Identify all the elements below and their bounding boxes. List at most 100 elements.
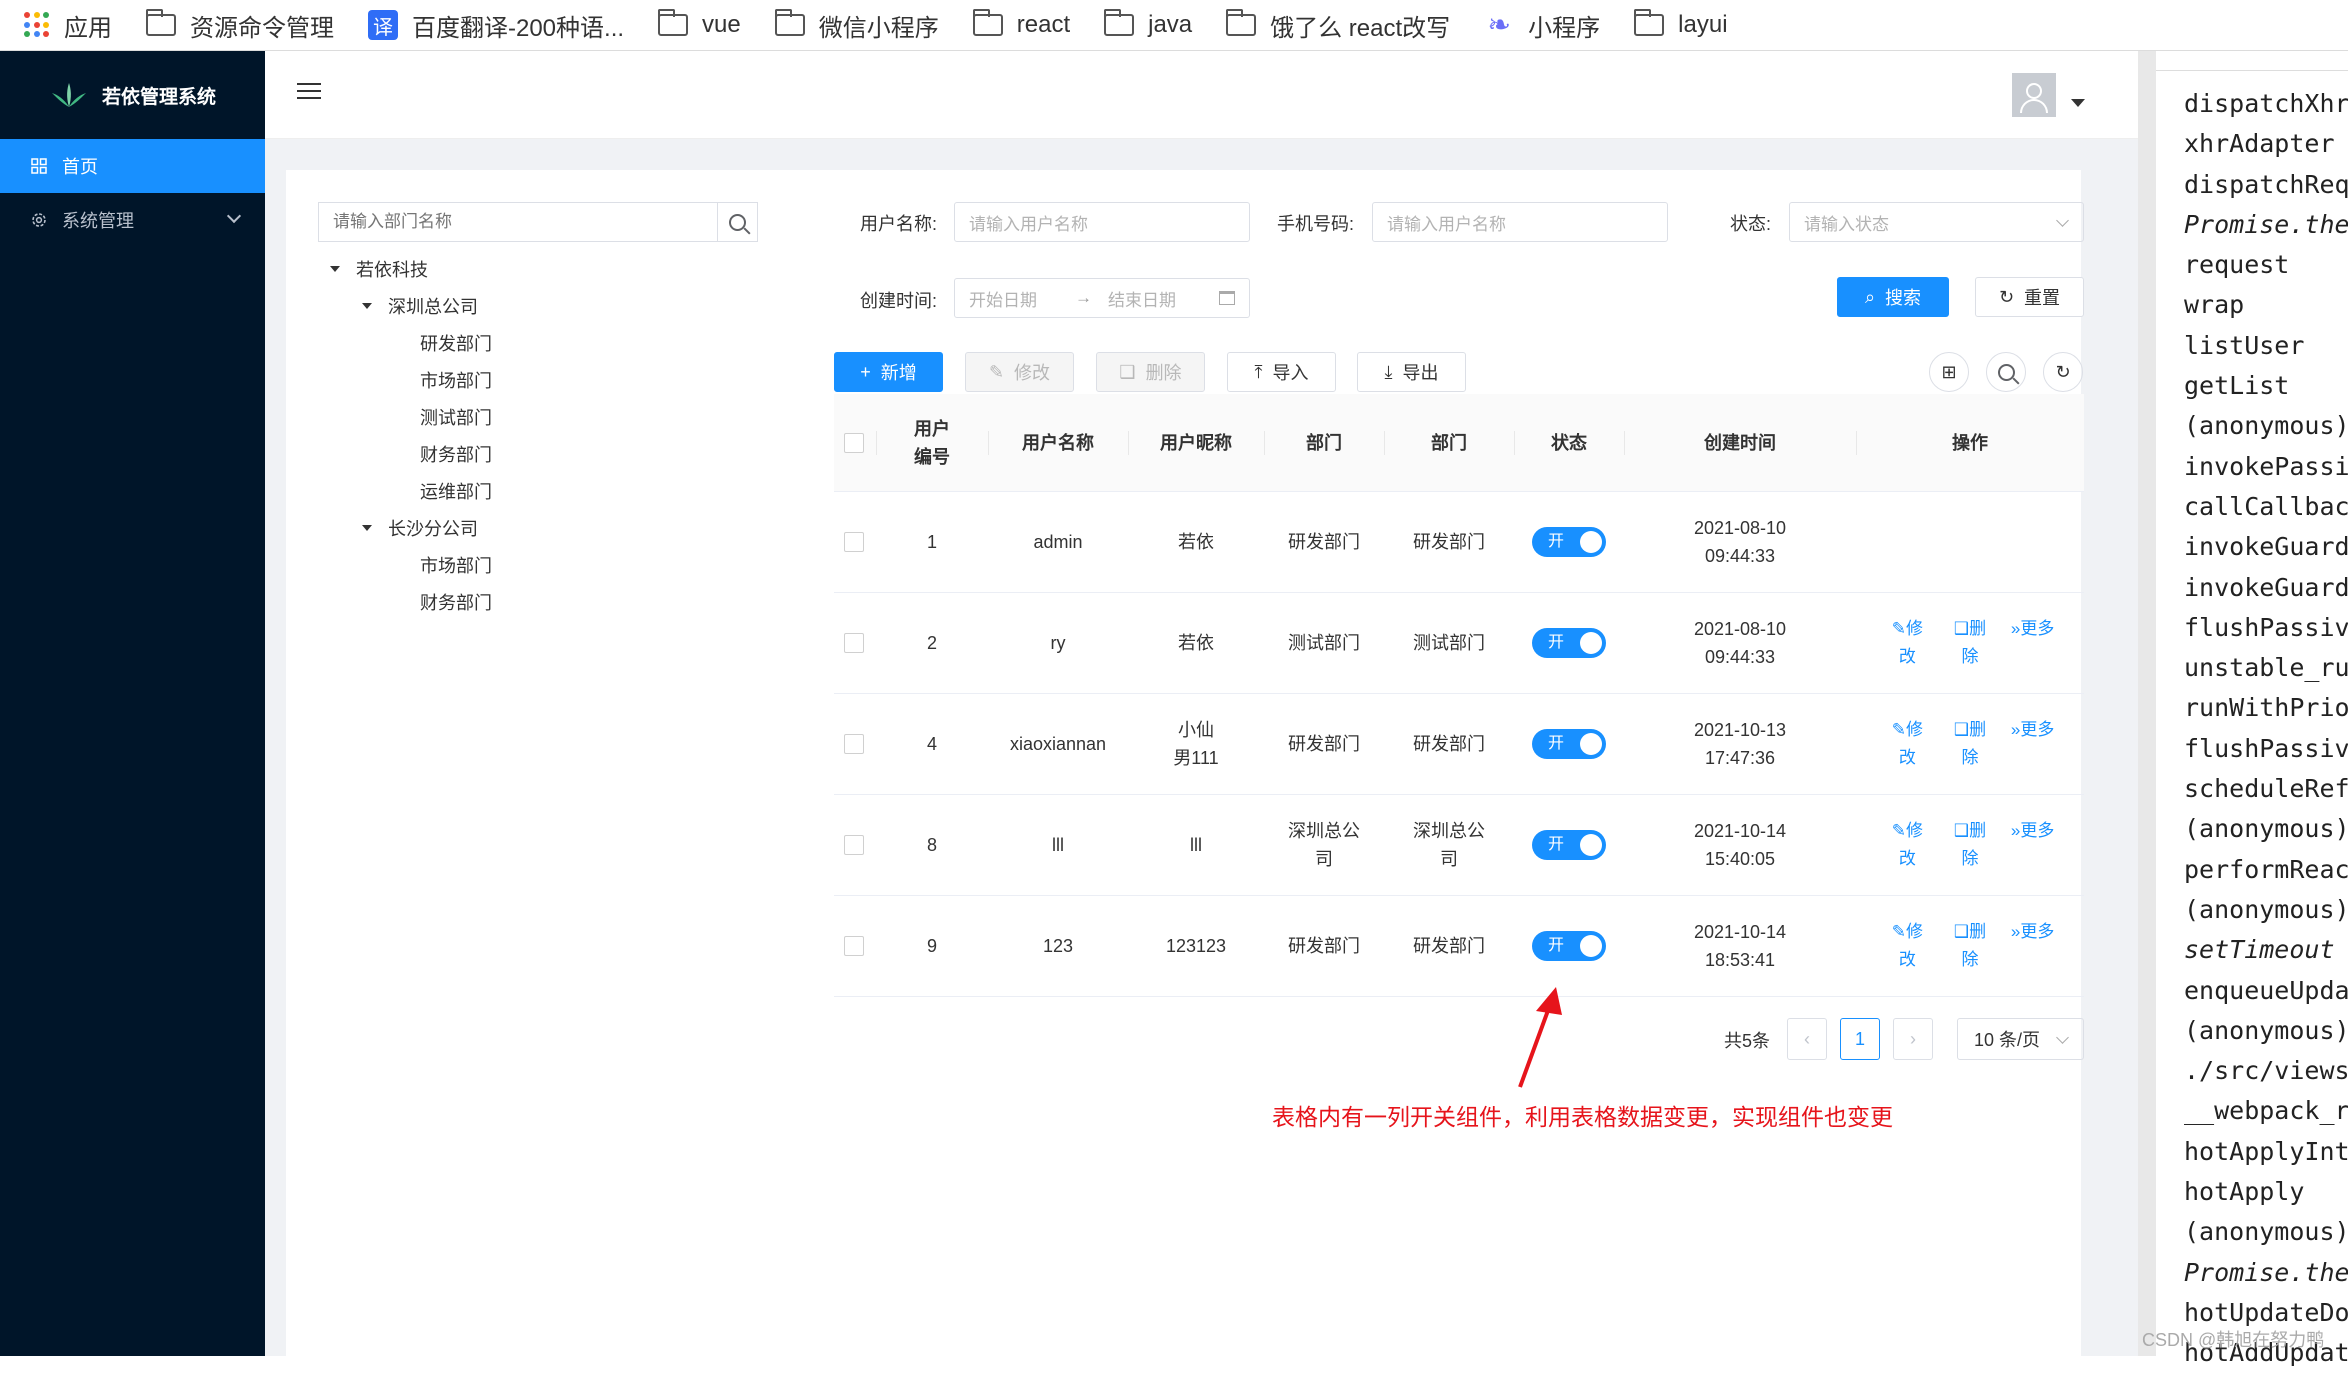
call-stack-frame[interactable]: performReactRefresh — [2184, 850, 2348, 890]
bookmark-folder[interactable]: vue — [658, 9, 741, 39]
bookmark-folder[interactable]: 微信小程序 — [774, 8, 939, 43]
call-stack-frame[interactable]: scheduleRefresh — [2184, 769, 2348, 809]
row-checkbox[interactable] — [844, 734, 864, 754]
call-stack-frame[interactable]: (anonymous) — [2184, 406, 2348, 446]
row-edit-link[interactable]: ✎修改 — [1884, 716, 1930, 772]
bookmark-translate[interactable]: 译 百度翻译-200种语... — [368, 8, 624, 43]
row-more-link[interactable]: »更多 — [2010, 817, 2056, 873]
call-stack-frame[interactable]: Promise.then — [2184, 1253, 2348, 1293]
call-stack-frame[interactable]: flushPassiveEffects — [2184, 729, 2348, 769]
tree-node[interactable]: 财务部门 — [326, 435, 492, 472]
call-stack-frame[interactable]: dispatchXhrRequest — [2184, 84, 2348, 124]
caret-down-icon[interactable] — [362, 302, 372, 309]
delete-button[interactable]: ❑ 删除 — [1096, 352, 1205, 392]
row-delete-link[interactable]: ❑删除 — [1947, 817, 1993, 873]
tree-node[interactable]: 深圳总公司 — [326, 287, 492, 324]
bookmark-apps[interactable]: 应用 — [24, 8, 112, 43]
row-edit-link[interactable]: ✎修改 — [1884, 817, 1930, 873]
status-switch[interactable]: 开 — [1532, 729, 1606, 759]
search-button[interactable]: ⌕ 搜索 — [1837, 277, 1949, 317]
call-stack-frame[interactable]: setTimeout (async) — [2184, 930, 2348, 970]
reset-button[interactable]: ↻ 重置 — [1975, 277, 2084, 317]
bookmark-folder[interactable]: 资源命令管理 — [146, 8, 334, 43]
bookmark-folder[interactable]: 饿了么 react改写 — [1226, 8, 1450, 43]
row-checkbox[interactable] — [844, 835, 864, 855]
call-stack-frame[interactable]: enqueueUpdate — [2184, 971, 2348, 1011]
caret-down-icon[interactable] — [330, 265, 340, 272]
call-stack-frame[interactable]: invokePassiveEffectCreate — [2184, 447, 2348, 487]
dept-search-button[interactable] — [717, 203, 757, 241]
call-stack-frame[interactable]: hotApplyInternal — [2184, 1132, 2348, 1172]
call-stack-frame[interactable]: flushPassiveEffectsImpl — [2184, 608, 2348, 648]
caret-down-icon[interactable] — [362, 524, 372, 531]
row-checkbox[interactable] — [844, 532, 864, 552]
bookmark-folder[interactable]: java — [1104, 9, 1192, 39]
bookmark-folder[interactable]: react — [972, 9, 1070, 39]
row-edit-link[interactable]: ✎修改 — [1884, 918, 1930, 974]
tree-node[interactable]: 财务部门 — [326, 583, 492, 620]
sidebar-item-home[interactable]: 首页 — [0, 139, 265, 193]
call-stack-frame[interactable]: (anonymous) — [2184, 809, 2348, 849]
call-stack-frame[interactable]: xhrAdapter — [2184, 124, 2348, 164]
refresh-button[interactable]: ↻ — [2043, 352, 2083, 392]
call-stack-frame[interactable]: (anonymous) — [2184, 1212, 2348, 1252]
call-stack-frame[interactable]: callCallback — [2184, 487, 2348, 527]
sidebar-item-system[interactable]: 系统管理 — [0, 193, 265, 247]
call-stack-frame[interactable]: hotApply — [2184, 1172, 2348, 1212]
end-date-input[interactable]: 结束日期 — [1108, 286, 1176, 311]
menu-fold-icon[interactable] — [297, 83, 321, 103]
call-stack-frame[interactable]: invokeGuardedCallbackDev — [2184, 527, 2348, 567]
toggle-search-button[interactable] — [1986, 352, 2026, 392]
call-stack-frame[interactable]: wrap — [2184, 285, 2348, 325]
row-delete-link[interactable]: ❑删除 — [1947, 716, 1993, 772]
add-button[interactable]: + 新增 — [834, 352, 943, 392]
tree-node[interactable]: 研发部门 — [326, 324, 492, 361]
call-stack-frame[interactable]: (anonymous) — [2184, 1011, 2348, 1051]
start-date-input[interactable]: 开始日期 — [969, 286, 1037, 311]
call-stack-frame[interactable]: getList — [2184, 366, 2348, 406]
username-input[interactable]: 请输入用户名称 — [954, 202, 1250, 242]
status-select[interactable]: 请输入状态 — [1789, 202, 2084, 242]
status-switch[interactable]: 开 — [1532, 931, 1606, 961]
page-size-select[interactable]: 10 条/页 — [1957, 1018, 2084, 1060]
app-logo[interactable]: 若依管理系统 — [0, 51, 265, 139]
next-page-button[interactable]: › — [1893, 1018, 1933, 1060]
tree-node[interactable]: 长沙分公司 — [326, 509, 492, 546]
call-stack-frame[interactable]: dispatchRequest — [2184, 165, 2348, 205]
row-more-link[interactable]: »更多 — [2010, 615, 2056, 671]
page-number-current[interactable]: 1 — [1840, 1018, 1880, 1060]
import-button[interactable]: ⤒ 导入 — [1227, 352, 1336, 392]
bookmark-folder[interactable]: layui — [1634, 9, 1728, 39]
call-stack-frame[interactable]: (anonymous) — [2184, 890, 2348, 930]
row-checkbox[interactable] — [844, 936, 864, 956]
phone-input[interactable]: 请输入用户名称 — [1372, 202, 1668, 242]
row-checkbox[interactable] — [844, 633, 864, 653]
row-edit-link[interactable]: ✎修改 — [1884, 615, 1930, 671]
call-stack-frame[interactable]: __webpack_require__ — [2184, 1091, 2348, 1131]
status-switch[interactable]: 开 — [1532, 830, 1606, 860]
tree-node[interactable]: 测试部门 — [326, 398, 492, 435]
edit-button[interactable]: ✎ 修改 — [965, 352, 1074, 392]
row-delete-link[interactable]: ❑删除 — [1947, 918, 1993, 974]
call-stack-frame[interactable]: Promise.then — [2184, 205, 2348, 245]
call-stack-frame[interactable]: listUser — [2184, 326, 2348, 366]
row-delete-link[interactable]: ❑删除 — [1947, 615, 1993, 671]
date-range-picker[interactable]: 开始日期 → 结束日期 — [954, 278, 1250, 318]
tree-node[interactable]: 市场部门 — [326, 546, 492, 583]
tree-node[interactable]: 运维部门 — [326, 472, 492, 509]
status-switch[interactable]: 开 — [1532, 527, 1606, 557]
row-more-link[interactable]: »更多 — [2010, 716, 2056, 772]
bookmark-mini-program[interactable]: ❧ 小程序 — [1484, 8, 1600, 43]
row-more-link[interactable]: »更多 — [2010, 918, 2056, 974]
status-switch[interactable]: 开 — [1532, 628, 1606, 658]
column-settings-button[interactable]: ⊞ — [1929, 352, 1969, 392]
select-all-checkbox[interactable] — [844, 432, 864, 453]
tree-node[interactable]: 市场部门 — [326, 361, 492, 398]
tree-node[interactable]: 若依科技 — [326, 250, 492, 287]
caret-down-icon[interactable] — [2071, 99, 2085, 107]
call-stack-frame[interactable]: ./src/views/ — [2184, 1051, 2348, 1091]
call-stack-frame[interactable]: request — [2184, 245, 2348, 285]
call-stack-frame[interactable]: runWithPriority — [2184, 688, 2348, 728]
call-stack-frame[interactable]: invokeGuardedCallback — [2184, 568, 2348, 608]
prev-page-button[interactable]: ‹ — [1787, 1018, 1827, 1060]
